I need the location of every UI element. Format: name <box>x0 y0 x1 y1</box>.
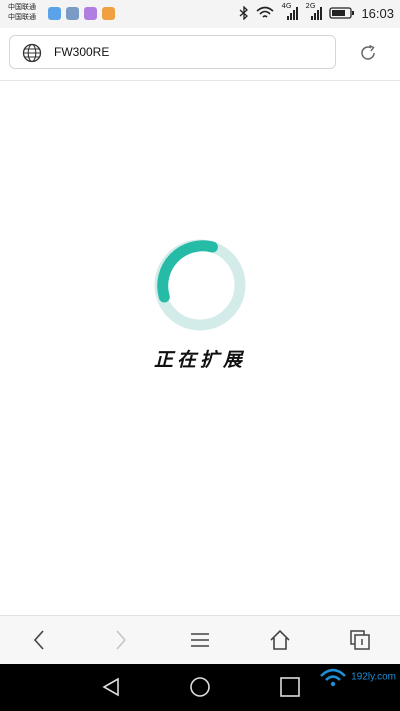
carrier-info: 中国联通 中国联通 <box>8 2 36 22</box>
network-type-4g: 4G <box>281 2 292 10</box>
wifi-icon <box>256 6 274 18</box>
wifi-logo-icon <box>320 668 347 687</box>
browser-toolbar <box>0 615 400 664</box>
notification-icons <box>48 7 115 20</box>
nav-back-icon[interactable] <box>100 676 122 698</box>
nav-home-icon[interactable] <box>189 676 211 698</box>
store-app-icon <box>102 7 115 20</box>
loading-spinner <box>154 239 246 331</box>
watermark-text: 192ly.com <box>351 671 396 683</box>
divider <box>0 80 400 81</box>
clock: 16:03 <box>361 5 394 21</box>
battery-icon <box>329 7 355 19</box>
carrier-label-2: 中国联通 <box>8 13 36 21</box>
refresh-icon[interactable] <box>358 43 378 63</box>
menu-icon[interactable] <box>188 628 212 652</box>
tabs-icon[interactable] <box>348 628 372 652</box>
bluetooth-icon <box>240 6 249 20</box>
system-nav-bar: 192ly.com <box>0 664 400 711</box>
notification-app-icon <box>48 7 61 20</box>
url-text[interactable]: FW300RE <box>54 45 109 59</box>
status-bar: 中国联通 中国联通 4G 2G 16:03 <box>0 0 400 28</box>
home-icon[interactable] <box>268 628 292 652</box>
watermark: 192ly.com <box>318 664 396 690</box>
extending-status-text: 正在扩展 <box>153 349 246 371</box>
forward-icon[interactable] <box>108 628 132 652</box>
address-bar[interactable]: FW300RE <box>9 35 336 69</box>
globe-icon <box>22 43 42 63</box>
signal-4g-indicator: 4G <box>281 2 299 21</box>
signal-2g-indicator: 2G <box>305 2 323 21</box>
gallery-app-icon <box>66 7 79 20</box>
carrier-label-1: 中国联通 <box>8 3 36 11</box>
status-indicators: 4G 2G 16:03 <box>239 2 394 21</box>
back-icon[interactable] <box>28 628 52 652</box>
keyboard-app-icon <box>84 7 97 20</box>
nav-recents-icon[interactable] <box>279 676 301 698</box>
network-type-2g: 2G <box>305 2 316 10</box>
